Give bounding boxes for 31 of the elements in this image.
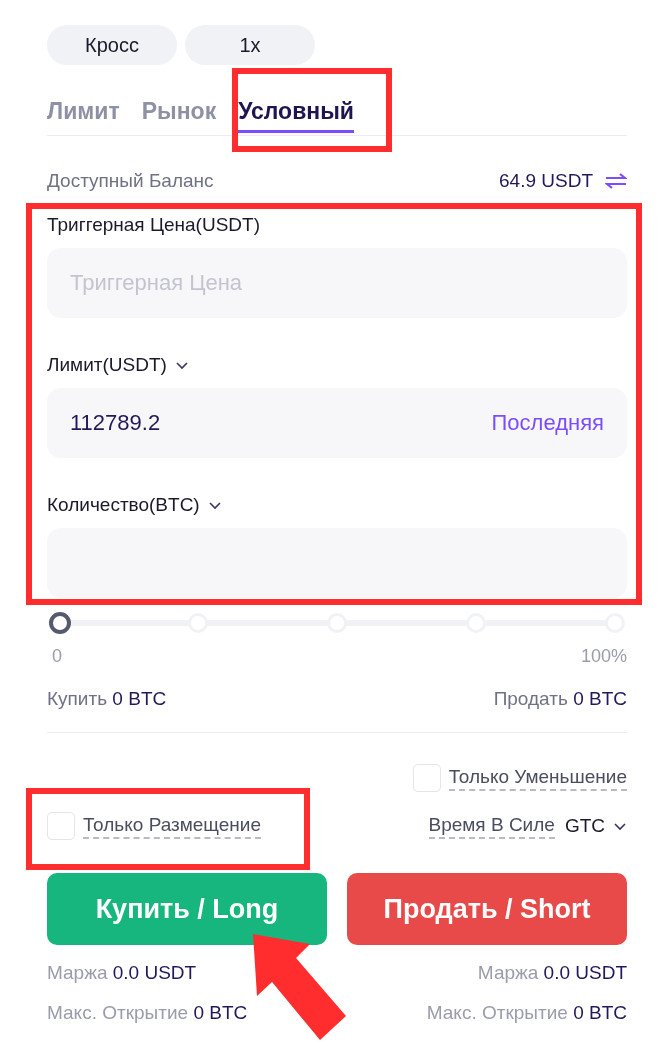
- checkbox[interactable]: [412, 764, 441, 792]
- chevron-down-icon[interactable]: [174, 360, 189, 370]
- mode-pill[interactable]: 1x: [185, 25, 315, 65]
- chevron-down-icon[interactable]: [207, 500, 222, 510]
- chevron-down-icon: [613, 821, 627, 831]
- time-in-force-select[interactable]: GTC: [564, 811, 627, 841]
- slider-thumb[interactable]: [49, 612, 71, 634]
- balance-label: Доступный Баланс: [47, 168, 214, 193]
- order-info: Макс. Открытие 0 BTC: [426, 1001, 627, 1025]
- input-field[interactable]: [47, 528, 627, 598]
- mode-pill[interactable]: Кросс: [47, 25, 177, 65]
- order-total: Продать 0 BTC: [493, 687, 627, 711]
- swap-icon[interactable]: [605, 173, 627, 189]
- balance-value: 64.9 USDT: [499, 168, 593, 193]
- time-in-force-label: Время В Силе: [428, 813, 555, 839]
- post-only-label[interactable]: Только Размещение: [83, 813, 262, 839]
- order-total: Купить 0 BTC: [47, 687, 167, 711]
- reduce-only-label[interactable]: Только Уменьшение: [448, 765, 627, 791]
- order-info: Макс. Открытие 0 BTC: [47, 1001, 248, 1025]
- last-price-link[interactable]: Последняя: [491, 408, 604, 438]
- order-info: Маржа 0.0 USDT: [47, 961, 198, 985]
- field-label: Лимит(USDT): [47, 352, 167, 377]
- checkbox[interactable]: [47, 812, 75, 840]
- field-label: Триггерная Цена(USDT): [47, 212, 260, 237]
- field-label: Количество(BTC): [47, 492, 200, 517]
- slider-max-label: 100%: [580, 645, 627, 668]
- order-info: Маржа 0.0 USDT: [477, 961, 627, 985]
- slider-min-label: 0: [52, 645, 62, 668]
- sell-short-button[interactable]: Продать / Short: [347, 873, 627, 945]
- order-tab[interactable]: Условный: [238, 91, 354, 133]
- slider-track[interactable]: [49, 613, 625, 633]
